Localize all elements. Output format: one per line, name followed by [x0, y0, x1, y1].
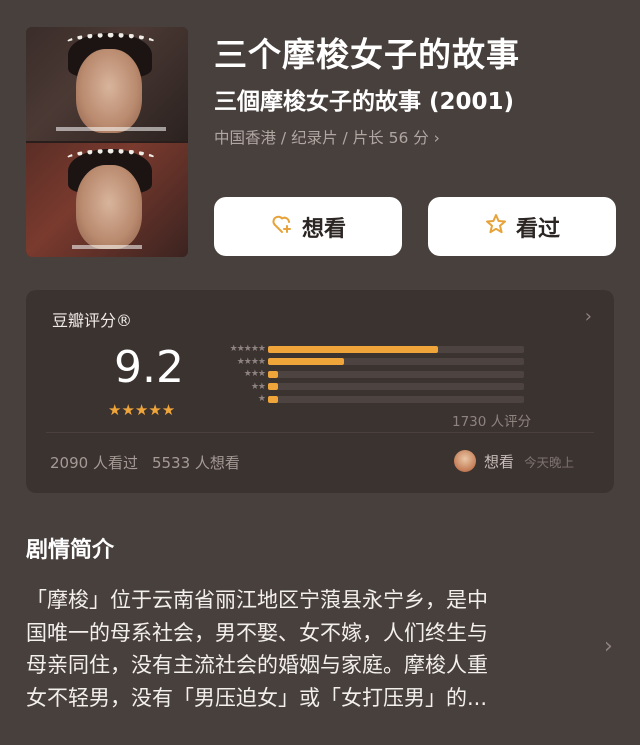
poster-face [76, 49, 142, 133]
chevron-right-icon[interactable]: › [604, 634, 613, 659]
distribution-bar [268, 370, 279, 378]
rating-card[interactable]: 豆瓣评分® › 9.2 ★★★★★ ★★★★★ ★★★★ ★★★ ★★ ★ 1730 人… [26, 290, 614, 493]
distribution-row: ★★★★★ [210, 343, 524, 356]
star-outline-icon [484, 212, 508, 242]
distribution-row: ★★★★ [210, 356, 524, 369]
movie-meta-link[interactable]: 中国香港 / 纪录片 / 片长 56 分 › [214, 126, 440, 148]
synopsis-line: 母亲同住，没有主流社会的婚姻与家庭。摩梭人重 [26, 653, 488, 677]
divider [46, 432, 594, 433]
distribution-track [268, 345, 524, 353]
rating-score: 9.2 [114, 342, 184, 393]
distribution-bar [268, 395, 279, 403]
distribution-track [268, 395, 524, 403]
distribution-track [268, 370, 524, 378]
want-count: 5533 人想看 [151, 454, 240, 472]
poster-frame-top [26, 27, 188, 141]
poster-subtitle-line [56, 127, 166, 131]
distribution-track [268, 383, 524, 391]
movie-title: 三个摩梭女子的故事 [214, 35, 520, 74]
synopsis-line: 国唯一的母系社会，男不娶、女不嫁，人们终生与 [26, 620, 488, 645]
distribution-stars: ★ [257, 394, 266, 405]
distribution-stars: ★★★ [243, 369, 266, 380]
movie-original-title: 三個摩梭女子的故事 (2001) [214, 89, 515, 115]
poster-headdress [66, 33, 156, 53]
watch-stats: 2090 人看过 5533 人想看 [50, 452, 240, 473]
seen-button[interactable]: 看过 [428, 197, 616, 256]
distribution-track [268, 358, 524, 366]
movie-poster[interactable] [26, 27, 188, 257]
rating-stars-text: ★★★★★ [108, 401, 176, 419]
poster-subtitle-line [72, 245, 142, 249]
distribution-bar [268, 345, 439, 353]
avatar [454, 450, 476, 472]
synopsis-line: 「摩梭」位于云南省丽江地区宁蒗县永宁乡，是中 [26, 588, 488, 612]
chevron-right-icon[interactable]: › [585, 306, 592, 327]
heart-plus-icon [270, 212, 294, 242]
distribution-bar [268, 383, 279, 391]
friend-activity[interactable]: 想看 今天晚上 [454, 450, 574, 472]
synopsis-title: 剧情简介 [26, 538, 115, 563]
synopsis-line: 女不轻男，没有「男压迫女」或「女打压男」的... [26, 685, 488, 710]
distribution-row: ★★ [210, 381, 524, 394]
rating-distribution: ★★★★★ ★★★★ ★★★ ★★ ★ [210, 343, 524, 406]
seen-label: 看过 [515, 216, 560, 242]
friend-time: 今天晚上 [524, 454, 575, 470]
distribution-row: ★ [210, 393, 524, 406]
friend-action: 想看 [484, 452, 515, 471]
poster-face [76, 165, 142, 249]
distribution-stars: ★★ [250, 381, 266, 392]
rating-stars: ★★★★★ [108, 401, 175, 419]
distribution-row: ★★★ [210, 368, 524, 381]
distribution-stars: ★★★★ [236, 356, 266, 367]
seen-count: 2090 人看过 [50, 454, 138, 472]
rating-count: 1730 人评分 [452, 414, 532, 430]
poster-frame-bottom [26, 143, 188, 257]
rating-label: 豆瓣评分® [52, 311, 133, 330]
synopsis-text[interactable]: 「摩梭」位于云南省丽江地区宁蒗县永宁乡，是中 国唯一的母系社会，男不娶、女不嫁，… [26, 584, 586, 714]
poster-headdress [66, 149, 156, 169]
want-to-watch-button[interactable]: 想看 [214, 197, 402, 256]
want-label: 想看 [301, 216, 346, 242]
distribution-bar [268, 358, 344, 366]
distribution-stars: ★★★★★ [229, 344, 266, 355]
